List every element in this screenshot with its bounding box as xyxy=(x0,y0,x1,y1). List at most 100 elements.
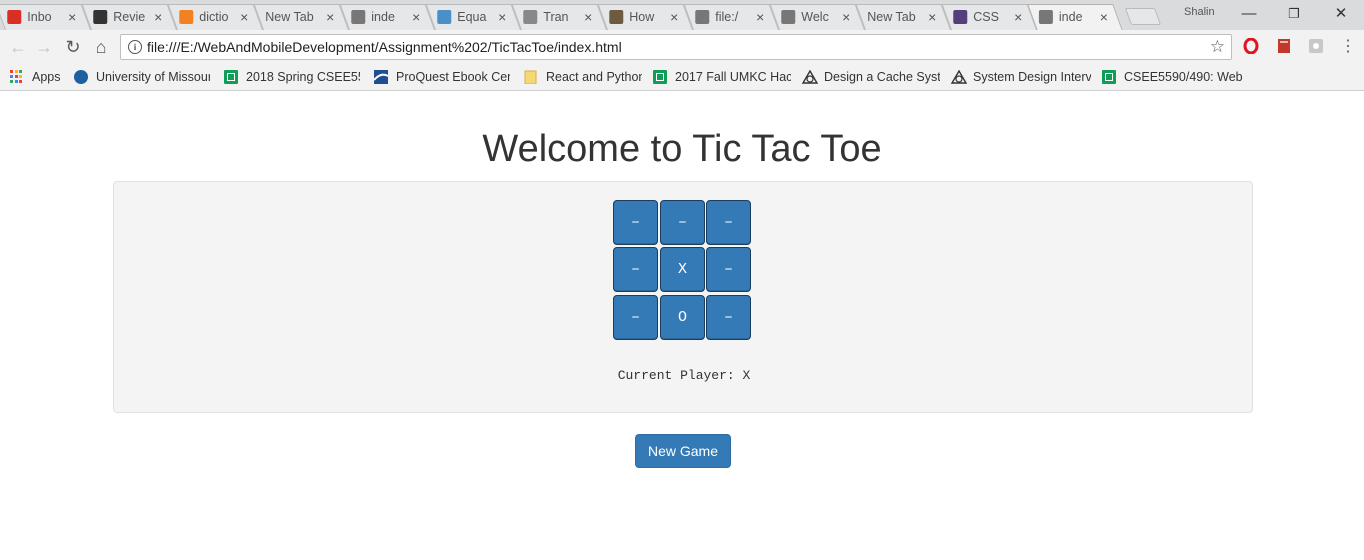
tab-content: dictio × xyxy=(179,5,249,29)
close-window-button[interactable]: ✕ xyxy=(1330,4,1352,24)
tab-close-icon[interactable]: × xyxy=(755,9,765,25)
stackoverflow-icon xyxy=(179,10,194,24)
board-cell-8[interactable]: O xyxy=(660,295,705,340)
tab-5[interactable]: inde × xyxy=(339,4,435,30)
tab-8[interactable]: How × xyxy=(597,4,693,30)
bookmark-label: 2018 Spring CSEE559 xyxy=(246,70,360,84)
tab-2[interactable]: Revie × xyxy=(81,4,177,30)
tab-close-icon[interactable]: × xyxy=(583,9,593,25)
tab-11[interactable]: New Tab × xyxy=(855,4,951,30)
tab-1[interactable]: Inbo × xyxy=(0,4,91,30)
new-tab-button[interactable] xyxy=(1124,8,1162,25)
tab-content: CSS × xyxy=(953,5,1023,29)
bookmark-apps[interactable]: Apps xyxy=(10,68,61,86)
bookmark-system-design[interactable]: System Design Intervi xyxy=(950,68,1091,86)
address-url[interactable]: file:///E:/WebAndMobileDevelopment/Assig… xyxy=(147,39,622,55)
board-cell-2[interactable]: – xyxy=(660,200,705,245)
tab-title: Tran xyxy=(543,10,569,24)
tab-6[interactable]: Equa × xyxy=(425,4,521,30)
opera-icon[interactable] xyxy=(1243,37,1259,55)
bookmark-umkc-hack[interactable]: 2017 Fall UMKC Hack xyxy=(653,68,791,86)
board-cell-7[interactable]: – xyxy=(613,295,658,340)
tab-strip: Inbo × Revie × dictio × New Tab × inde × Equa × Tran… xyxy=(0,0,1364,31)
tab-title: Inbo xyxy=(27,10,52,24)
board-cell-4[interactable]: – xyxy=(613,247,658,292)
bookmark-design-cache[interactable]: Design a Cache Syste xyxy=(801,68,940,86)
tab-close-icon[interactable]: × xyxy=(1099,9,1109,25)
minimize-button[interactable]: — xyxy=(1238,4,1260,24)
bird-icon xyxy=(437,10,452,24)
tab-content: Revie × xyxy=(93,5,163,29)
tab-12[interactable]: CSS × xyxy=(941,4,1037,30)
profile-name[interactable]: Shalin xyxy=(1184,6,1215,18)
home-button[interactable]: ⌂ xyxy=(91,37,111,57)
tab-close-icon[interactable]: × xyxy=(841,9,851,25)
tab-title: New Tab xyxy=(867,10,916,24)
tab-close-icon[interactable]: × xyxy=(325,9,335,25)
restore-button[interactable]: ❐ xyxy=(1283,4,1305,24)
bookmark-label: University of Missour xyxy=(96,70,210,84)
reload-button[interactable]: ↻ xyxy=(63,37,83,57)
apps-grid-icon xyxy=(10,70,24,84)
browser-toolbar: ← → ↻ ⌂ i file:///E:/WebAndMobileDevelop… xyxy=(0,30,1364,64)
tab-close-icon[interactable]: × xyxy=(927,9,937,25)
board-cell-3[interactable]: – xyxy=(706,200,751,245)
bookmark-csee5590-web[interactable]: CSEE5590/490: Web/ xyxy=(1102,68,1242,86)
bootstrap-icon xyxy=(953,10,968,24)
forward-button[interactable]: → xyxy=(34,37,54,57)
tab-title: dictio xyxy=(199,10,229,24)
tab-content: Welc × xyxy=(781,5,851,29)
bookmark-react-python[interactable]: React and Python xyxy=(524,68,642,86)
tab-close-icon[interactable]: × xyxy=(67,9,77,25)
bookmark-university[interactable]: University of Missour xyxy=(74,68,210,86)
extension-icon[interactable] xyxy=(1308,38,1324,54)
bookmark-label: System Design Intervi xyxy=(973,70,1091,84)
board-cell-9[interactable]: – xyxy=(706,295,751,340)
design-icon xyxy=(801,69,819,84)
board-cell-5[interactable]: X xyxy=(660,247,705,292)
sheets-icon xyxy=(224,70,238,84)
sheets-icon xyxy=(1102,70,1116,84)
bookmark-star-icon[interactable]: ☆ xyxy=(1210,37,1225,57)
bookmark-label: Apps xyxy=(32,70,61,84)
tab-title: CSS xyxy=(973,10,999,24)
university-icon xyxy=(74,70,88,84)
tab-13[interactable]: inde × xyxy=(1027,4,1123,31)
tab-close-icon[interactable]: × xyxy=(153,9,163,25)
menu-kebab-icon[interactable]: ⋮ xyxy=(1338,37,1358,57)
tab-close-icon[interactable]: × xyxy=(669,9,679,25)
game-panel: – – – – X – – O – Current Player: X xyxy=(113,181,1253,413)
info-icon[interactable]: i xyxy=(128,40,142,54)
bookmark-csee5590-spring[interactable]: 2018 Spring CSEE559 xyxy=(224,68,360,86)
tab-close-icon[interactable]: × xyxy=(497,9,507,25)
bookmark-label: 2017 Fall UMKC Hack xyxy=(675,70,791,84)
tab-title: Revie xyxy=(113,10,146,24)
tab-4[interactable]: New Tab × xyxy=(253,4,349,30)
address-bar[interactable]: i file:///E:/WebAndMobileDevelopment/Ass… xyxy=(120,34,1232,60)
tab-close-icon[interactable]: × xyxy=(1013,9,1023,25)
board-cell-6[interactable]: – xyxy=(706,247,751,292)
tab-content: How × xyxy=(609,5,679,29)
bookmark-label: Design a Cache Syste xyxy=(824,70,940,84)
tab-10[interactable]: Welc × xyxy=(769,4,865,30)
book-extension-icon[interactable] xyxy=(1276,38,1292,54)
tab-close-icon[interactable]: × xyxy=(239,9,249,25)
new-game-button[interactable]: New Game xyxy=(635,434,731,468)
tab-content: inde × xyxy=(351,5,421,29)
tab-content: Tran × xyxy=(523,5,593,29)
tab-content: New Tab × xyxy=(265,5,335,29)
tab-content: file:/ × xyxy=(695,5,765,29)
tab-title: file:/ xyxy=(715,10,739,24)
blackboard-icon xyxy=(93,10,108,24)
back-button[interactable]: ← xyxy=(8,37,28,57)
tab-7[interactable]: Tran × xyxy=(511,4,607,30)
design-icon xyxy=(950,69,968,84)
bookmark-proquest[interactable]: ProQuest Ebook Cent xyxy=(373,68,510,86)
tab-9[interactable]: file:/ × xyxy=(683,4,779,30)
board-cell-1[interactable]: – xyxy=(613,200,658,245)
tab-content: inde × xyxy=(1038,5,1109,29)
page-content: Welcome to Tic Tac Toe – – – – X – – O –… xyxy=(0,91,1364,560)
tab-close-icon[interactable]: × xyxy=(411,9,421,25)
tab-3[interactable]: dictio × xyxy=(167,4,263,30)
gmail-icon xyxy=(7,10,22,24)
